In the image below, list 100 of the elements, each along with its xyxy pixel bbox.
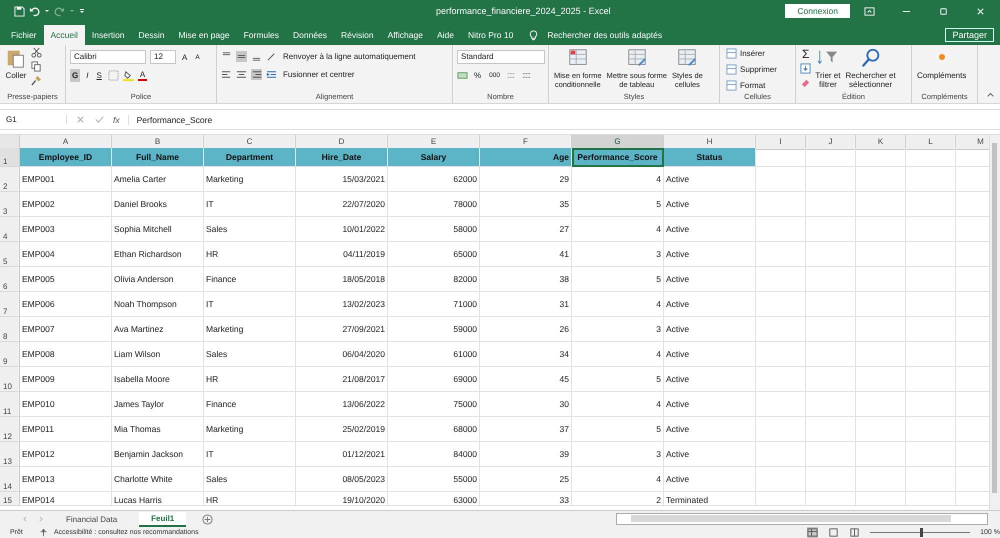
table-cell: Marketing xyxy=(204,317,296,342)
maximize-icon[interactable] xyxy=(938,6,949,16)
indent-icon[interactable] xyxy=(266,69,277,80)
wrap-text-button[interactable]: Renvoyer à la ligne automatiquement xyxy=(281,50,418,63)
fill-down-icon[interactable] xyxy=(800,63,812,74)
paste-button[interactable]: Coller xyxy=(4,47,28,80)
name-box[interactable]: G1 xyxy=(0,115,67,124)
brush-icon[interactable] xyxy=(31,75,42,86)
row-header[interactable]: 9 xyxy=(0,342,20,367)
percent-button[interactable]: % xyxy=(472,69,484,82)
row-header[interactable]: 6 xyxy=(0,267,20,292)
table-cell: 55000 xyxy=(388,467,480,492)
search-field[interactable]: Rechercher des outils adaptés xyxy=(528,25,662,45)
autosum-button[interactable]: Σ xyxy=(800,47,812,60)
sheet-tab[interactable]: Feuil1 xyxy=(139,512,186,526)
ribbon-tab[interactable]: Révision xyxy=(334,25,381,45)
align-lines-icon[interactable] xyxy=(236,51,247,62)
ribbon-tab[interactable]: Formules xyxy=(236,25,286,45)
insert-function-button[interactable]: fx xyxy=(113,114,120,124)
fill-color-icon[interactable] xyxy=(122,70,134,81)
ribbon-tab[interactable]: Fichier xyxy=(4,25,44,45)
search-icon xyxy=(860,47,882,69)
number-format-select[interactable]: Standard xyxy=(457,50,545,64)
ribbon-tab[interactable]: Nitro Pro 10 xyxy=(460,25,520,45)
cells-button[interactable]: Insérer xyxy=(724,47,767,60)
font-size-select[interactable]: 12 xyxy=(150,50,176,64)
underline-button[interactable]: S xyxy=(94,69,104,82)
row-header[interactable]: 13 xyxy=(0,442,20,467)
table-cell: Daniel Brooks xyxy=(112,192,204,217)
table-cell: 3 xyxy=(572,442,664,467)
ribbon-tab[interactable]: Accueil xyxy=(44,25,85,45)
ribbon-tab[interactable]: Insertion xyxy=(84,25,132,45)
empty-cell xyxy=(856,392,906,417)
sign-in-button[interactable]: Connexion xyxy=(785,4,850,18)
currency-icon[interactable] xyxy=(457,70,468,81)
column-header[interactable]: M xyxy=(956,135,990,150)
undo-icon[interactable] xyxy=(29,6,40,16)
ribbon-tab[interactable]: Données xyxy=(286,25,334,45)
editing-button[interactable]: Trier et filtrer xyxy=(814,47,842,89)
row-header[interactable]: 5 xyxy=(0,242,20,267)
table-cell: 62000 xyxy=(388,167,480,192)
add-sheet-icon[interactable] xyxy=(202,514,214,524)
column-header[interactable]: I xyxy=(756,135,806,150)
caret-icon[interactable] xyxy=(44,8,50,14)
table-cell: EMP011 xyxy=(20,417,112,442)
row-header[interactable]: 11 xyxy=(0,392,20,417)
align-lines-icon[interactable] xyxy=(236,69,247,80)
ribbon-display-icon[interactable] xyxy=(864,6,875,16)
customize-icon[interactable] xyxy=(79,8,85,14)
font-select[interactable]: Calibri xyxy=(70,50,146,64)
row-header[interactable]: 12 xyxy=(0,417,20,442)
window-title: performance_financiere_2024_2025 - Excel xyxy=(436,6,612,16)
cells-button[interactable]: Supprimer xyxy=(724,63,779,76)
italic-button[interactable]: I xyxy=(84,69,90,82)
copy-icon[interactable] xyxy=(31,61,42,72)
page-layout-icon[interactable] xyxy=(828,527,840,538)
row-header[interactable]: 4 xyxy=(0,217,20,242)
align-lines-icon[interactable] xyxy=(251,69,262,80)
row-header[interactable]: 10 xyxy=(0,367,20,392)
vertical-scrollbar[interactable] xyxy=(989,135,1000,510)
font-color-button[interactable]: A xyxy=(138,70,148,81)
save-icon[interactable] xyxy=(14,6,25,16)
sheet-tab[interactable]: Financial Data xyxy=(54,512,130,526)
column-header[interactable]: L xyxy=(906,135,956,150)
row-header[interactable]: 3 xyxy=(0,192,20,217)
share-button[interactable]: Partager xyxy=(945,28,994,42)
ribbon-tab[interactable]: Mise en page xyxy=(172,25,237,45)
add-ins-button[interactable]: Compléments xyxy=(916,47,968,80)
border-icon[interactable] xyxy=(108,70,119,81)
ribbon-tab[interactable]: Dessin xyxy=(132,25,172,45)
formula-field[interactable]: Performance_Score xyxy=(128,114,1000,124)
ribbon-tab[interactable]: Aide xyxy=(430,25,461,45)
decimal-icon[interactable] xyxy=(520,70,532,81)
row-header[interactable]: 8 xyxy=(0,317,20,342)
cells-button[interactable]: Format xyxy=(724,79,768,92)
align-lines-icon[interactable] xyxy=(221,69,232,80)
table-cell: 58000 xyxy=(388,217,480,242)
ribbon-tab[interactable]: Affichage xyxy=(380,25,430,45)
horizontal-scrollbar[interactable] xyxy=(616,513,988,525)
column-header[interactable]: J xyxy=(806,135,856,150)
row-header[interactable]: 15 xyxy=(0,492,20,506)
row-header[interactable]: 1 xyxy=(0,148,20,167)
eraser-icon[interactable] xyxy=(800,77,812,88)
column-header[interactable]: K xyxy=(856,135,906,150)
caret-icon xyxy=(69,8,75,14)
table-cell: 82000 xyxy=(388,267,480,292)
table-cell: 35 xyxy=(480,192,572,217)
normal-view-icon[interactable] xyxy=(807,527,818,538)
merge-center-button[interactable]: Fusionner et centrer xyxy=(281,68,357,81)
row-header[interactable]: 7 xyxy=(0,292,20,317)
page-break-icon[interactable] xyxy=(849,527,860,538)
table-cell: Isabella Moore xyxy=(112,367,204,392)
scissors-icon[interactable] xyxy=(31,47,42,58)
editing-button[interactable]: Rechercher et sélectionner xyxy=(844,47,897,89)
bold-button[interactable]: G xyxy=(70,69,80,82)
close-icon[interactable] xyxy=(975,6,986,16)
row-header[interactable]: 14 xyxy=(0,467,20,492)
orientation-icon[interactable] xyxy=(266,51,277,62)
grow-font-button[interactable]: A xyxy=(180,50,190,64)
row-header[interactable]: 2 xyxy=(0,167,20,192)
